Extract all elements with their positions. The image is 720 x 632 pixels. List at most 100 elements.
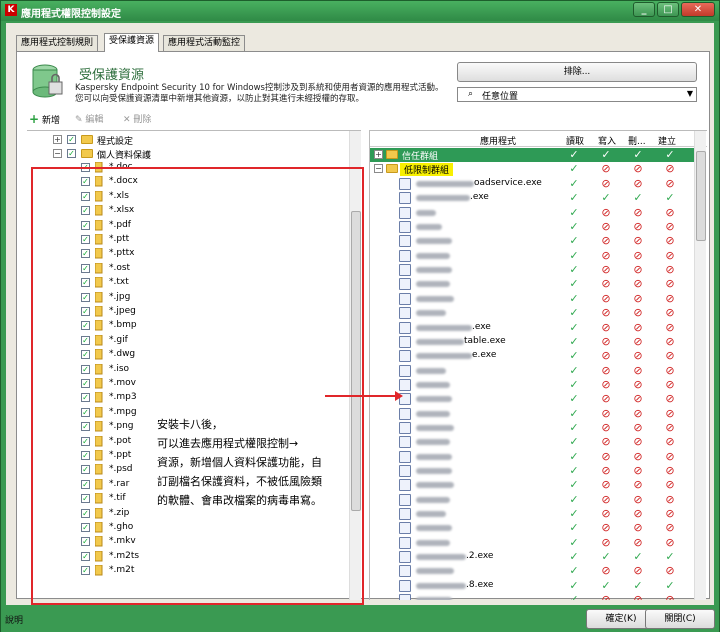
tree-node-extension[interactable]: ✓ *.pdf	[27, 219, 345, 233]
tree-node-extension[interactable]: ✓ *.m2t	[27, 564, 345, 578]
tab-protected-resources[interactable]: 受保護資源	[104, 33, 160, 52]
check-icon[interactable]: ✓	[568, 277, 580, 291]
tree-node-extension[interactable]: ✓ *.dwg	[27, 348, 345, 362]
deny-icon[interactable]: ⊘	[600, 421, 612, 435]
check-icon[interactable]: ✓	[568, 536, 580, 550]
deny-icon[interactable]: ⊘	[632, 392, 644, 406]
app-row[interactable]: oadservice.exe ✓ ⊘ ⊘ ⊘	[370, 177, 694, 191]
deny-icon[interactable]: ⊘	[632, 493, 644, 507]
expand-icon[interactable]: +	[374, 150, 383, 159]
checkbox[interactable]: ✓	[81, 263, 90, 273]
deny-icon[interactable]: ⊘	[600, 364, 612, 378]
deny-icon[interactable]: ⊘	[664, 263, 676, 277]
check-icon[interactable]: ✓	[600, 550, 612, 564]
deny-icon[interactable]: ⊘	[664, 220, 676, 234]
deny-icon[interactable]: ⊘	[632, 421, 644, 435]
checkbox[interactable]: ✓	[81, 307, 90, 316]
deny-icon[interactable]: ⊘	[664, 335, 676, 349]
help-link[interactable]: 說明	[5, 613, 23, 626]
checkbox[interactable]: ✓	[81, 479, 90, 489]
checkbox[interactable]: ✓	[81, 422, 90, 432]
deny-icon[interactable]: ⊘	[664, 593, 676, 600]
deny-icon[interactable]: ⊘	[632, 464, 644, 478]
deny-icon[interactable]: ⊘	[600, 521, 612, 535]
check-icon[interactable]: ✓	[600, 579, 612, 593]
app-row[interactable]: ✓ ⊘ ⊘ ⊘	[370, 593, 694, 600]
deny-icon[interactable]: ⊘	[664, 407, 676, 421]
tree-node-extension[interactable]: ✓ *.xlsx	[27, 204, 345, 218]
app-row[interactable]: .exe ✓ ✓ ✓ ✓	[370, 191, 694, 205]
close-button[interactable]: ✕	[681, 2, 715, 17]
scroll-thumb[interactable]	[696, 151, 706, 241]
check-icon[interactable]: ✓	[568, 191, 580, 205]
checkbox[interactable]: ✓	[81, 364, 90, 374]
deny-icon[interactable]: ⊘	[632, 277, 644, 291]
deny-icon[interactable]: ⊘	[600, 507, 612, 521]
deny-icon[interactable]: ⊘	[664, 536, 676, 550]
tree-node-extension[interactable]: ✓ *.mp3	[27, 391, 345, 405]
deny-icon[interactable]: ⊘	[632, 249, 644, 263]
deny-icon[interactable]: ⊘	[632, 335, 644, 349]
check-icon[interactable]: ✓	[568, 177, 580, 191]
check-icon[interactable]: ✓	[568, 579, 580, 593]
checkbox[interactable]: ✓	[81, 163, 90, 172]
checkbox[interactable]: ✓	[81, 508, 90, 518]
deny-icon[interactable]: ⊘	[600, 349, 612, 363]
deny-icon[interactable]: ⊘	[632, 593, 644, 600]
checkbox[interactable]: ✓	[81, 523, 90, 532]
app-row[interactable]: ✓ ⊘ ⊘ ⊘	[370, 435, 694, 449]
tree-node-extension[interactable]: ✓ *.mov	[27, 377, 345, 391]
deny-icon[interactable]: ⊘	[664, 564, 676, 578]
app-row[interactable]: .exe ✓ ⊘ ⊘ ⊘	[370, 321, 694, 335]
deny-icon[interactable]: ⊘	[600, 392, 612, 406]
tree-node-extension[interactable]: ✓ *.docx	[27, 175, 345, 189]
check-icon[interactable]: ✓	[568, 234, 580, 248]
app-row[interactable]: ✓ ⊘ ⊘ ⊘	[370, 277, 694, 291]
checkbox[interactable]: ✓	[81, 191, 90, 201]
deny-icon[interactable]: ⊘	[600, 220, 612, 234]
app-row[interactable]: .2.exe ✓ ✓ ✓ ✓	[370, 550, 694, 564]
deny-icon[interactable]: ⊘	[600, 493, 612, 507]
checkbox[interactable]: ✓	[81, 292, 90, 302]
deny-icon[interactable]: ⊘	[664, 493, 676, 507]
deny-icon[interactable]: ⊘	[664, 378, 676, 392]
checkbox[interactable]: ✓	[81, 407, 90, 417]
deny-icon[interactable]: ⊘	[600, 249, 612, 263]
check-icon[interactable]: ✓	[568, 392, 580, 406]
group-low-restricted[interactable]: − 低限制群組 ✓ ⊘ ⊘ ⊘	[370, 162, 694, 176]
group-trusted[interactable]: + 信任群組 ✓ ✓ ✓ ✓	[370, 148, 694, 162]
app-row[interactable]: ✓ ⊘ ⊘ ⊘	[370, 421, 694, 435]
deny-icon[interactable]: ⊘	[664, 392, 676, 406]
col-app[interactable]: 應用程式	[480, 134, 516, 147]
checkbox[interactable]: ✓	[81, 206, 90, 216]
check-icon[interactable]: ✓	[568, 249, 580, 263]
check-icon[interactable]: ✓	[568, 306, 580, 320]
deny-icon[interactable]: ⊘	[632, 564, 644, 578]
app-row[interactable]: ✓ ⊘ ⊘ ⊘	[370, 564, 694, 578]
tree-node-extension[interactable]: ✓ *.bmp	[27, 319, 345, 333]
app-row[interactable]: ✓ ⊘ ⊘ ⊘	[370, 407, 694, 421]
tree-node-extension[interactable]: ✓ *.txt	[27, 276, 345, 290]
check-icon[interactable]: ✓	[568, 421, 580, 435]
deny-icon[interactable]: ⊘	[664, 249, 676, 263]
location-dropdown[interactable]: ⌕ 任意位置 ▼	[457, 87, 697, 102]
deny-icon[interactable]: ⊘	[632, 306, 644, 320]
app-row[interactable]: ✓ ⊘ ⊘ ⊘	[370, 507, 694, 521]
checkbox[interactable]: ✓	[81, 393, 90, 403]
checkbox[interactable]: ✓	[81, 278, 90, 288]
check-icon[interactable]: ✓	[568, 464, 580, 478]
checkbox[interactable]: ✓	[81, 566, 90, 576]
check-icon[interactable]: ✓	[568, 521, 580, 535]
deny-icon[interactable]: ⊘	[600, 593, 612, 600]
deny-icon[interactable]: ⊘	[632, 536, 644, 550]
deny-icon[interactable]: ⊘	[600, 564, 612, 578]
deny-icon[interactable]: ⊘	[632, 177, 644, 191]
maximize-button[interactable]: □	[657, 2, 679, 17]
check-icon[interactable]: ✓	[568, 435, 580, 449]
edit-button[interactable]: ✎ 編輯	[75, 112, 103, 125]
deny-icon[interactable]: ⊘	[600, 536, 612, 550]
deny-icon[interactable]: ⊘	[664, 206, 676, 220]
exclude-button[interactable]: 排除...	[457, 62, 697, 82]
app-row[interactable]: ✓ ⊘ ⊘ ⊘	[370, 249, 694, 263]
col-delete[interactable]: 刪...	[628, 134, 646, 147]
